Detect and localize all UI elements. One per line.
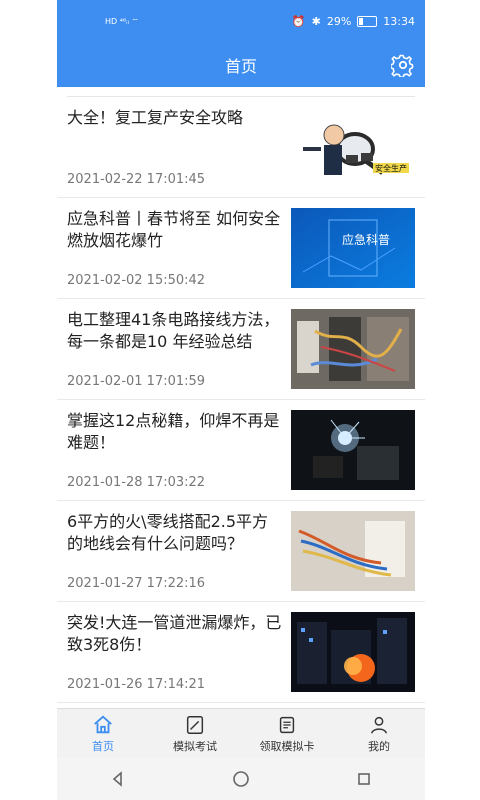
edit-icon xyxy=(186,716,204,734)
article-title: 掌握这12点秘籍，仰焊不再是难题！ xyxy=(67,411,280,452)
thumb-safety-text: 安全生产 xyxy=(375,163,407,173)
article-item[interactable]: 应急科普丨春节将至 如何安全燃放烟花爆竹 2021-02-02 15:50:42… xyxy=(57,198,425,299)
thumb-emergency-text: 应急科普 xyxy=(342,232,390,247)
article-text: 应急科普丨春节将至 如何安全燃放烟花爆竹 2021-02-02 15:50:42 xyxy=(67,208,282,288)
tab-get-card[interactable]: 领取模拟卡 xyxy=(241,709,333,759)
page-title: 首页 xyxy=(224,57,257,76)
bottom-tab-bar: 首页 模拟考试 领取模拟卡 我的 xyxy=(57,708,425,759)
article-text: 6平方的火\零线搭配2.5平方的地线会有什么问题吗？ 2021-01-27 17… xyxy=(67,511,282,591)
article-thumbnail-safety: 安全生产 xyxy=(291,107,415,187)
article-item[interactable]: 电工整理41条电路接线方法，每一条都是10 年经验总结 2021-02-01 1… xyxy=(57,299,425,400)
system-nav-bar xyxy=(57,758,425,800)
article-title: 大全！复工复产安全攻略 xyxy=(67,108,244,127)
article-text: 突发!大连一管道泄漏爆炸，已致3死8伤！ 2021-01-26 17:14:21 xyxy=(67,612,282,692)
tab-label: 我的 xyxy=(368,740,390,753)
tab-me[interactable]: 我的 xyxy=(333,709,425,759)
article-item[interactable]: 大全！复工复产安全攻略 2021-02-22 17:01:45 安全生产 xyxy=(57,97,425,198)
article-title: 突发!大连一管道泄漏爆炸，已致3死8伤！ xyxy=(67,613,282,654)
article-item[interactable]: 6平方的火\零线搭配2.5平方的地线会有什么问题吗？ 2021-01-27 17… xyxy=(57,501,425,602)
bluetooth-icon: ✱ xyxy=(311,15,321,28)
clock: 13:34 xyxy=(383,15,415,28)
battery-icon xyxy=(357,16,378,27)
article-date: 2021-02-01 17:01:59 xyxy=(67,374,206,389)
tab-label: 领取模拟卡 xyxy=(259,740,315,753)
article-feed: 大全！复工复产安全攻略 2021-02-22 17:01:45 安全生产 应急科… xyxy=(57,96,425,708)
right-margin xyxy=(425,0,480,800)
card-icon xyxy=(279,716,295,734)
home-icon xyxy=(94,715,112,734)
article-item[interactable]: 突发!大连一管道泄漏爆炸，已致3死8伤！ 2021-01-26 17:14:21 xyxy=(57,602,425,703)
settings-gear-icon[interactable] xyxy=(391,53,415,77)
article-thumbnail-welding xyxy=(291,410,415,490)
article-thumbnail-cables xyxy=(291,511,415,591)
article-date: 2021-01-26 17:14:21 xyxy=(67,677,206,692)
status-right: ⏰ ✱ 29% 13:34 xyxy=(292,15,415,28)
article-date: 2021-01-27 17:22:16 xyxy=(67,576,206,591)
status-network-icons: HD ⁴⁶ᵢₗ ⌔ xyxy=(105,16,139,26)
article-date: 2021-02-02 15:50:42 xyxy=(67,273,206,288)
left-margin xyxy=(0,0,57,800)
back-triangle-icon[interactable] xyxy=(108,769,128,789)
alarm-icon: ⏰ xyxy=(291,15,306,28)
article-thumbnail-explosion xyxy=(291,612,415,692)
tab-label: 模拟考试 xyxy=(173,740,217,753)
status-bar: HD ⁴⁶ᵢₗ ⌔ ⏰ ✱ 29% 13:34 xyxy=(57,0,425,43)
home-circle-icon[interactable] xyxy=(231,769,251,789)
article-date: 2021-02-22 17:01:45 xyxy=(67,172,206,187)
phone-screen: HD ⁴⁶ᵢₗ ⌔ ⏰ ✱ 29% 13:34 首页 大全！复工复产安全攻略 2… xyxy=(57,0,425,800)
tab-label: 首页 xyxy=(92,740,114,753)
recent-apps-square-icon[interactable] xyxy=(354,769,374,789)
article-thumbnail-emergency: 应急科普 xyxy=(291,208,415,288)
tab-home[interactable]: 首页 xyxy=(57,709,149,759)
battery-percent: 29% xyxy=(326,15,352,28)
article-date: 2021-01-28 17:03:22 xyxy=(67,475,206,490)
user-icon xyxy=(370,716,388,734)
article-item[interactable]: 掌握这12点秘籍，仰焊不再是难题！ 2021-01-28 17:03:22 xyxy=(57,400,425,501)
article-text: 掌握这12点秘籍，仰焊不再是难题！ 2021-01-28 17:03:22 xyxy=(67,410,282,490)
article-title: 应急科普丨春节将至 如何安全燃放烟花爆竹 xyxy=(67,209,281,250)
article-title: 6平方的火\零线搭配2.5平方的地线会有什么问题吗？ xyxy=(67,512,269,553)
article-text: 大全！复工复产安全攻略 2021-02-22 17:01:45 xyxy=(67,107,282,187)
article-title: 电工整理41条电路接线方法，每一条都是10 年经验总结 xyxy=(67,310,280,351)
article-text: 电工整理41条电路接线方法，每一条都是10 年经验总结 2021-02-01 1… xyxy=(67,309,282,389)
article-thumbnail-wiring xyxy=(291,309,415,389)
status-left: HD ⁴⁶ᵢₗ ⌔ xyxy=(105,17,139,27)
app-header: 首页 xyxy=(57,43,425,87)
tab-mock-exam[interactable]: 模拟考试 xyxy=(149,709,241,759)
screen-frame: HD ⁴⁶ᵢₗ ⌔ ⏰ ✱ 29% 13:34 首页 大全！复工复产安全攻略 2… xyxy=(0,0,480,800)
